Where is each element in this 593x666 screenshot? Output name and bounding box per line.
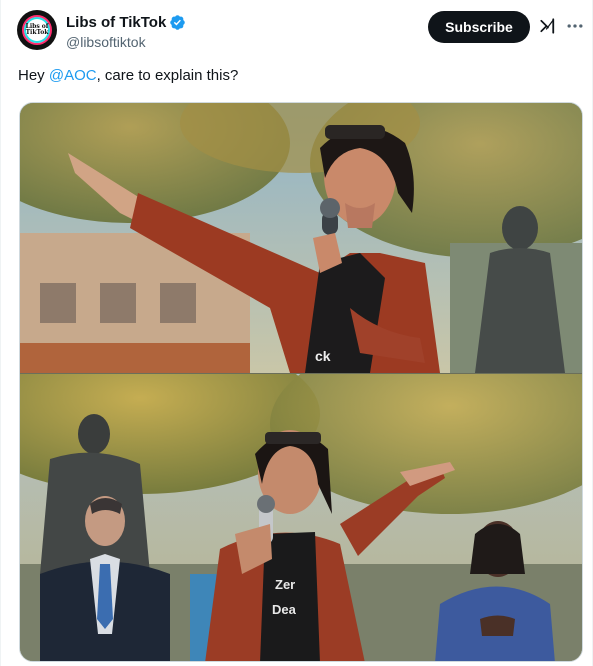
mention-link[interactable]: @AOC: [49, 67, 97, 84]
media-photo-1[interactable]: ck: [20, 103, 582, 373]
subscribe-button[interactable]: Subscribe: [428, 11, 530, 43]
photo-1-image: ck: [20, 103, 582, 373]
media-grid[interactable]: ck Zer Dea: [19, 102, 583, 662]
shirt-print-2: Zer: [275, 577, 295, 592]
media-photo-2[interactable]: Zer Dea: [20, 374, 582, 661]
tweet-text-after: , care to explain this?: [96, 67, 239, 84]
tweet-card: Libs of TikTok Libs of TikTok @libsoftik…: [0, 0, 593, 666]
grok-icon[interactable]: [539, 17, 557, 35]
shirt-print-3: Dea: [272, 602, 297, 617]
tweet-text: Hey @AOC, care to explain this?: [18, 66, 238, 86]
author-identity: Libs of TikTok @libsoftiktok: [66, 12, 186, 50]
author-handle[interactable]: @libsoftiktok: [66, 34, 186, 50]
verified-badge-icon: [170, 14, 186, 30]
shirt-print: ck: [315, 348, 331, 364]
avatar[interactable]: Libs of TikTok: [17, 10, 57, 50]
more-icon[interactable]: [565, 16, 585, 36]
tweet-text-before: Hey: [18, 67, 49, 84]
name-row: Libs of TikTok: [66, 12, 186, 32]
avatar-text-line2: TikTok: [25, 29, 49, 36]
tweet-header: Libs of TikTok Libs of TikTok @libsoftik…: [17, 10, 583, 54]
author-display-name[interactable]: Libs of TikTok: [66, 14, 166, 31]
avatar-logo-text: Libs of TikTok: [17, 10, 57, 50]
photo-2-image: Zer Dea: [20, 374, 582, 661]
